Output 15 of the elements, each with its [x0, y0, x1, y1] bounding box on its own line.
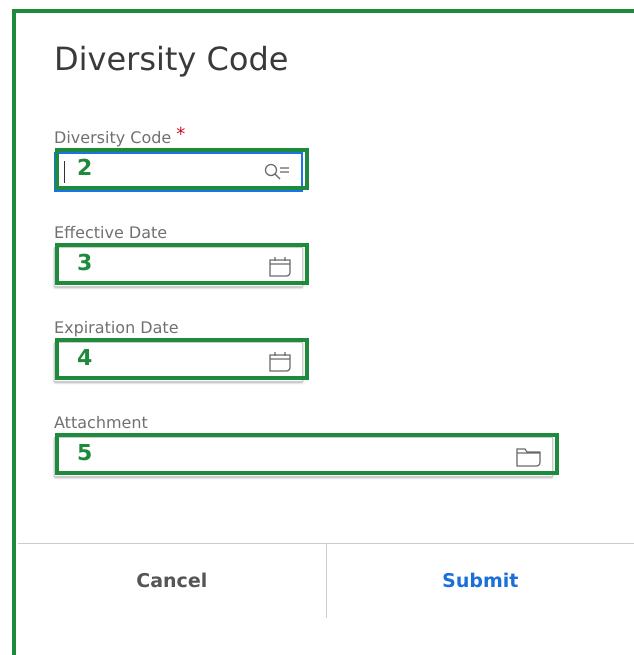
field-label: Expiration Date — [54, 317, 179, 339]
field-label: Attachment — [54, 412, 148, 434]
text-cursor — [64, 161, 65, 183]
field-label: Effective Date — [54, 222, 168, 244]
search-list-icon[interactable] — [263, 162, 291, 182]
dialog-title: Diversity Code — [54, 39, 290, 79]
calendar-icon[interactable] — [268, 351, 292, 373]
annotation-number: 5 — [77, 442, 92, 466]
required-mark: * — [176, 127, 186, 143]
field-label: Diversity Code — [54, 127, 172, 149]
calendar-icon[interactable] — [268, 256, 292, 278]
annotation-number: 2 — [77, 157, 92, 181]
folder-icon[interactable] — [516, 447, 542, 467]
annotation-number: 4 — [77, 347, 92, 371]
annotation-number: 3 — [77, 252, 92, 276]
